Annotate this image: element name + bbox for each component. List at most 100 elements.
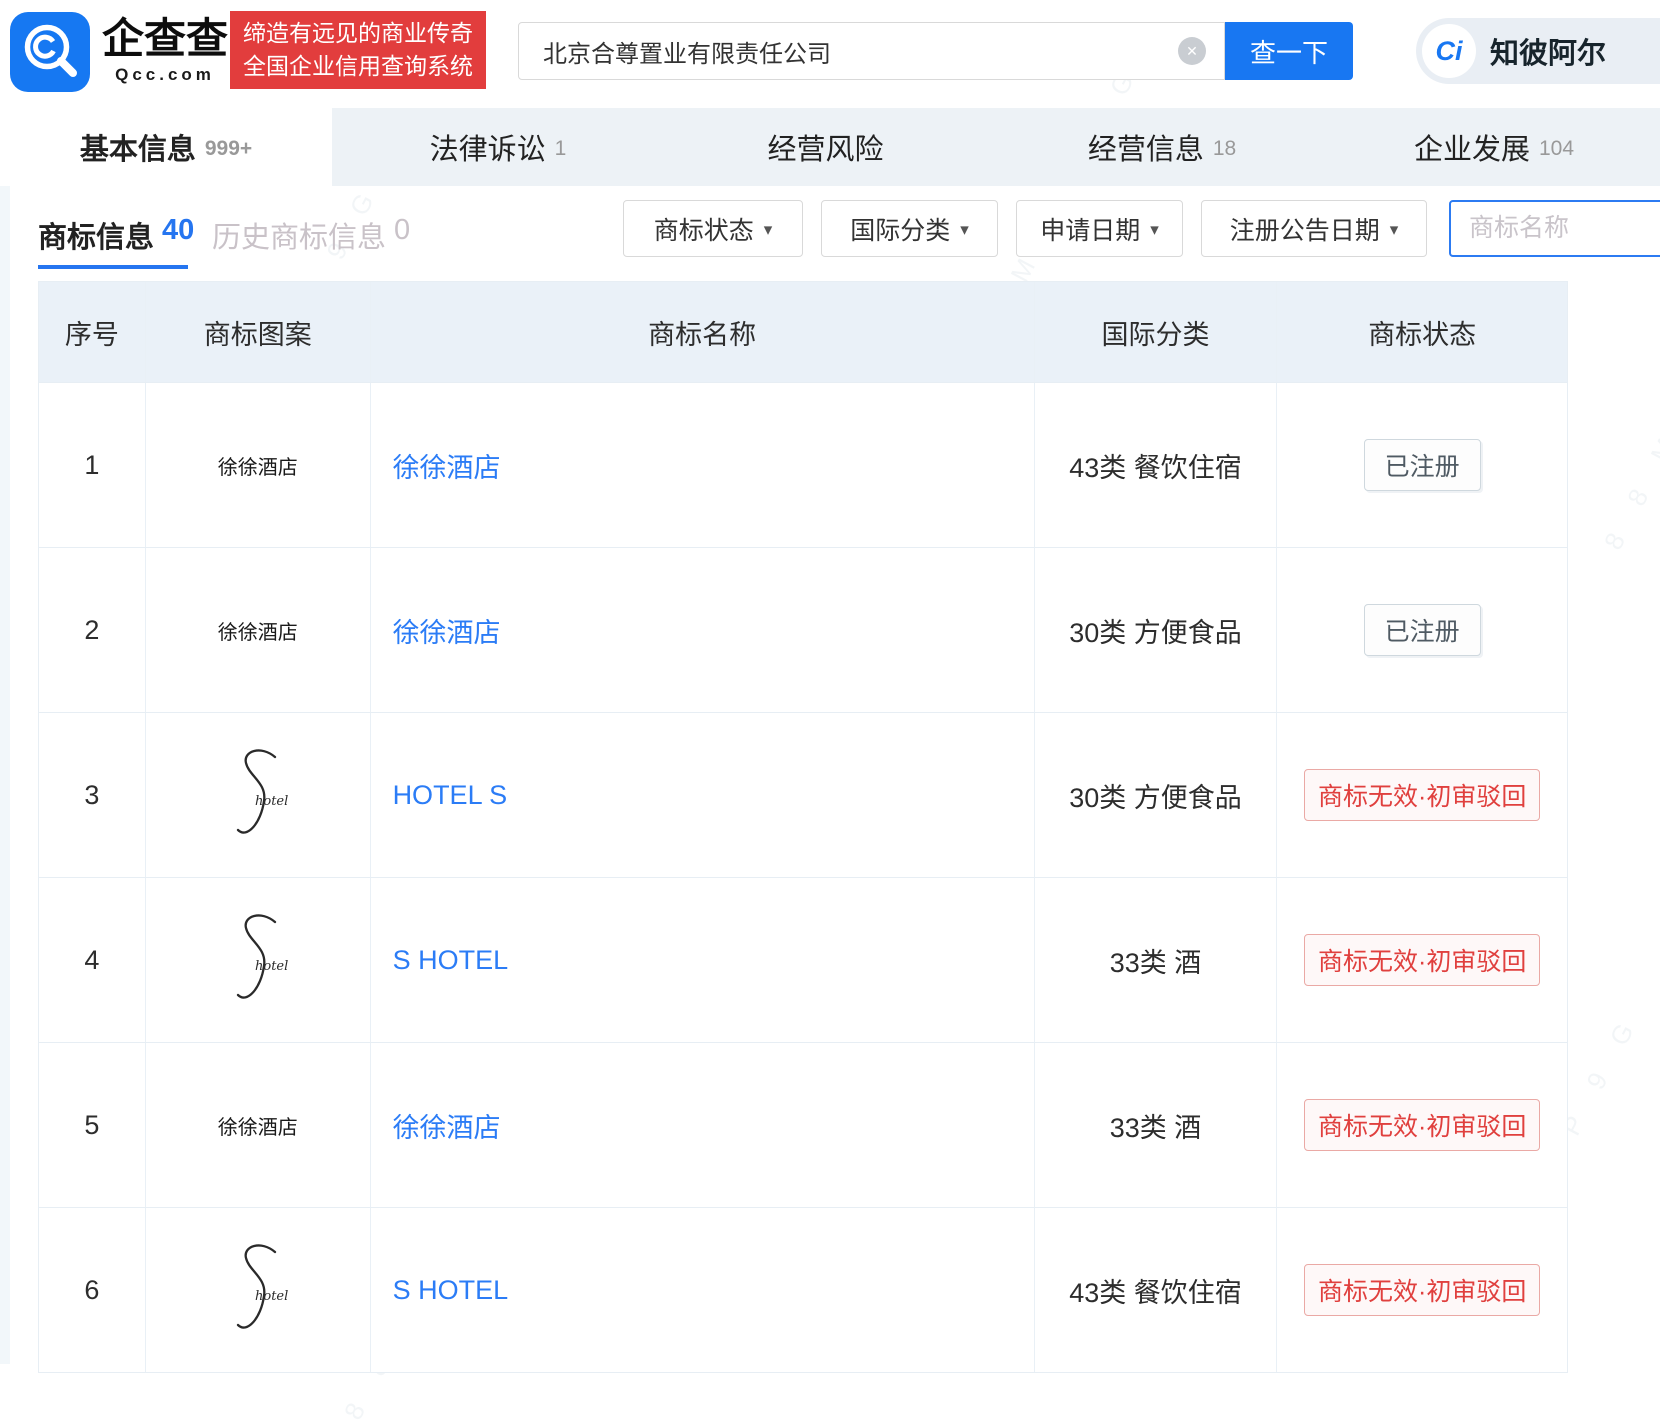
column-header-image: 商标图案 <box>146 282 371 382</box>
filter-apply-date[interactable]: 申请日期 ▾ <box>1016 200 1183 257</box>
trademark-image-text: 徐徐酒店 <box>218 1111 298 1140</box>
trademark-name-link[interactable]: 徐徐酒店 <box>393 1106 501 1145</box>
column-header-name: 商标名称 <box>371 282 1035 382</box>
active-subtab-underline <box>38 265 188 269</box>
trademark-image-text: 徐徐酒店 <box>218 616 298 645</box>
subtab-count: 0 <box>394 214 410 256</box>
filter-reg-publish-date[interactable]: 注册公告日期 ▾ <box>1201 200 1427 257</box>
intl-class: 43类 餐饮住宿 <box>1035 1208 1278 1372</box>
status-badge: 商标无效·初审驳回 <box>1304 1264 1540 1316</box>
table-row: 4 hotel S HOTEL 33类 酒 商标无效·初审驳回 <box>39 877 1567 1042</box>
tab-count: 999+ <box>205 137 252 161</box>
intl-class: 33类 酒 <box>1035 1043 1278 1207</box>
trademark-name-link[interactable]: S HOTEL <box>393 1275 509 1306</box>
s-hotel-script-logo: hotel <box>225 1238 291 1343</box>
clear-search-icon[interactable]: ✕ <box>1178 37 1206 65</box>
svg-text:hotel: hotel <box>255 794 288 809</box>
chevron-down-icon: ▾ <box>1390 220 1399 240</box>
trademark-table: 序号 商标图案 商标名称 国际分类 商标状态 1 徐徐酒店 徐徐酒店 43类 餐… <box>38 281 1568 1373</box>
status-cell: 商标无效·初审驳回 <box>1277 713 1567 877</box>
column-header-class: 国际分类 <box>1035 282 1278 382</box>
trademark-image: hotel <box>146 878 371 1042</box>
subtab-trademark-info[interactable]: 商标信息 40 <box>38 214 194 256</box>
slogan-banner: 缔造有远见的商业传奇 全国企业信用查询系统 <box>230 11 486 89</box>
row-number: 1 <box>39 383 146 547</box>
page-left-gutter <box>0 186 10 1364</box>
qcc-logo-icon[interactable] <box>10 12 90 92</box>
chevron-down-icon: ▾ <box>1150 220 1159 240</box>
trademark-image-text: 徐徐酒店 <box>218 451 298 480</box>
slogan-line-2: 全国企业信用查询系统 <box>243 50 473 83</box>
intl-class: 33类 酒 <box>1035 878 1278 1042</box>
row-number: 2 <box>39 548 146 712</box>
trademark-image: hotel <box>146 1208 371 1372</box>
row-number: 6 <box>39 1208 146 1372</box>
trademark-name-link[interactable]: HOTEL S <box>393 780 508 811</box>
filter-label: 国际分类 <box>850 211 950 247</box>
tab-operating-info[interactable]: 经营信息 18 <box>996 108 1328 186</box>
trademark-image: 徐徐酒店 <box>146 383 371 547</box>
svg-text:hotel: hotel <box>255 1289 288 1304</box>
row-number: 5 <box>39 1043 146 1207</box>
subtab-history-trademark-info[interactable]: 历史商标信息 0 <box>212 214 410 256</box>
table-row: 3 hotel HOTEL S 30类 方便食品 商标无效·初审驳回 <box>39 712 1567 877</box>
filter-intl-class[interactable]: 国际分类 ▾ <box>821 200 998 257</box>
trademark-name-filter-input[interactable] <box>1449 200 1660 257</box>
status-badge: 商标无效·初审驳回 <box>1304 934 1540 986</box>
filter-trademark-status[interactable]: 商标状态 ▾ <box>623 200 803 257</box>
brand-domain: Qcc.com <box>100 65 230 85</box>
filter-label: 注册公告日期 <box>1230 211 1380 247</box>
status-cell: 商标无效·初审驳回 <box>1277 878 1567 1042</box>
subtab-count: 40 <box>162 214 194 256</box>
status-cell: 商标无效·初审驳回 <box>1277 1043 1567 1207</box>
tab-legal-litigation[interactable]: 法律诉讼 1 <box>332 108 664 186</box>
status-cell: 商标无效·初审驳回 <box>1277 1208 1567 1372</box>
subtab-label: 商标信息 <box>38 214 154 256</box>
tab-operating-risk[interactable]: 经营风险 <box>664 108 996 186</box>
intl-class: 30类 方便食品 <box>1035 548 1278 712</box>
tab-count: 1 <box>555 137 567 161</box>
table-header-row: 序号 商标图案 商标名称 国际分类 商标状态 <box>39 282 1567 382</box>
tab-label: 法律诉讼 <box>430 126 546 168</box>
status-badge: 商标无效·初审驳回 <box>1304 1099 1540 1151</box>
trademark-image: 徐徐酒店 <box>146 1043 371 1207</box>
tab-count: 104 <box>1539 137 1574 161</box>
status-badge: 已注册 <box>1364 439 1481 491</box>
table-row: 1 徐徐酒店 徐徐酒店 43类 餐饮住宿 已注册 <box>39 382 1567 547</box>
tab-company-development[interactable]: 企业发展 104 <box>1328 108 1660 186</box>
filter-label: 申请日期 <box>1040 211 1140 247</box>
table-row: 2 徐徐酒店 徐徐酒店 30类 方便食品 已注册 <box>39 547 1567 712</box>
tab-label: 企业发展 <box>1414 126 1530 168</box>
table-row: 6 hotel S HOTEL 43类 餐饮住宿 商标无效·初审驳回 <box>39 1207 1567 1372</box>
table-row: 5 徐徐酒店 徐徐酒店 33类 酒 商标无效·初审驳回 <box>39 1042 1567 1207</box>
trademark-name-link[interactable]: 徐徐酒店 <box>393 446 501 485</box>
s-hotel-script-logo: hotel <box>225 908 291 1013</box>
partner-pill[interactable]: Ci 知彼阿尔 <box>1416 18 1660 84</box>
trademark-name-link[interactable]: S HOTEL <box>393 945 509 976</box>
main-tab-bar: 基本信息 999+ 法律诉讼 1 经营风险 经营信息 18 企业发展 104 <box>0 108 1660 186</box>
svg-text:hotel: hotel <box>255 959 288 974</box>
search-input[interactable] <box>518 22 1225 80</box>
tab-label: 经营风险 <box>767 126 883 168</box>
chevron-down-icon: ▾ <box>960 220 969 240</box>
tab-label: 经营信息 <box>1088 126 1204 168</box>
intl-class: 43类 餐饮住宿 <box>1035 383 1278 547</box>
search-button[interactable]: 查一下 <box>1225 22 1353 80</box>
brand-block[interactable]: 企查查 Qcc.com <box>100 16 230 85</box>
tab-count: 18 <box>1213 137 1236 161</box>
subtab-label: 历史商标信息 <box>212 214 386 256</box>
row-number: 3 <box>39 713 146 877</box>
trademark-name-link[interactable]: 徐徐酒店 <box>393 611 501 650</box>
s-hotel-script-logo: hotel <box>225 743 291 848</box>
status-badge: 已注册 <box>1364 604 1481 656</box>
trademark-image: hotel <box>146 713 371 877</box>
status-badge: 商标无效·初审驳回 <box>1304 769 1540 821</box>
slogan-line-1: 缔造有远见的商业传奇 <box>243 17 473 50</box>
partner-label: 知彼阿尔 <box>1490 30 1606 72</box>
chevron-down-icon: ▾ <box>764 220 773 240</box>
trademark-image: 徐徐酒店 <box>146 548 371 712</box>
tab-label: 基本信息 <box>80 126 196 168</box>
tab-basic-info[interactable]: 基本信息 999+ <box>0 108 332 186</box>
intl-class: 30类 方便食品 <box>1035 713 1278 877</box>
magnifier-q-glyph <box>10 12 90 92</box>
